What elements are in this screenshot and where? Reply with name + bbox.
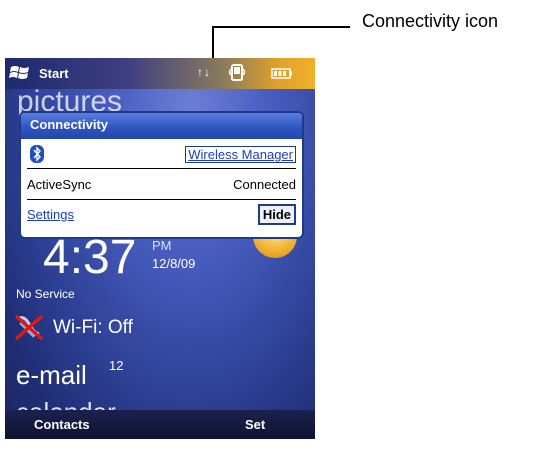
callout-line-vertical <box>212 26 214 58</box>
activesync-row: ActiveSync Connected <box>21 169 302 199</box>
settings-link[interactable]: Settings <box>27 207 74 222</box>
bluetooth-row: Wireless Manager <box>21 139 302 169</box>
softkey-bar: Contacts Set <box>5 410 315 439</box>
clock-time: 4:37 <box>43 231 137 284</box>
softkey-set[interactable]: Set <box>245 417 265 432</box>
data-activity-arrows: ↑↓ <box>197 65 211 79</box>
callout-line-horizontal <box>213 26 350 28</box>
windows-flag-icon[interactable] <box>9 64 31 82</box>
device-screen: Start ↑↓ pictures Connectivity Wireless … <box>5 58 315 439</box>
clock-ampm: PM <box>152 238 172 253</box>
clock-date: 12/8/09 <box>152 256 196 271</box>
email-unread-count: 12 <box>109 358 124 373</box>
start-label[interactable]: Start <box>39 66 69 81</box>
popup-actions-row: Settings Hide <box>21 199 302 229</box>
connectivity-popup: Connectivity Wireless Manager ActiveSync… <box>19 111 304 239</box>
connectivity-icon-callout-label: Connectivity icon <box>362 11 499 31</box>
wireless-manager-link[interactable]: Wireless Manager <box>185 146 296 163</box>
email-item[interactable]: e-mail <box>16 360 87 391</box>
wifi-label: Wi-Fi: Off <box>53 317 133 338</box>
connectivity-icon[interactable] <box>228 63 248 83</box>
wifi-off-icon <box>14 314 44 341</box>
popup-title: Connectivity <box>21 113 302 139</box>
no-service-status: No Service <box>16 287 75 301</box>
activesync-status: Connected <box>233 177 296 192</box>
battery-icon[interactable] <box>271 68 293 79</box>
hide-button[interactable]: Hide <box>257 204 296 225</box>
activesync-label: ActiveSync <box>27 177 92 192</box>
bluetooth-icon[interactable] <box>30 145 44 163</box>
softkey-contacts[interactable]: Contacts <box>34 417 90 432</box>
